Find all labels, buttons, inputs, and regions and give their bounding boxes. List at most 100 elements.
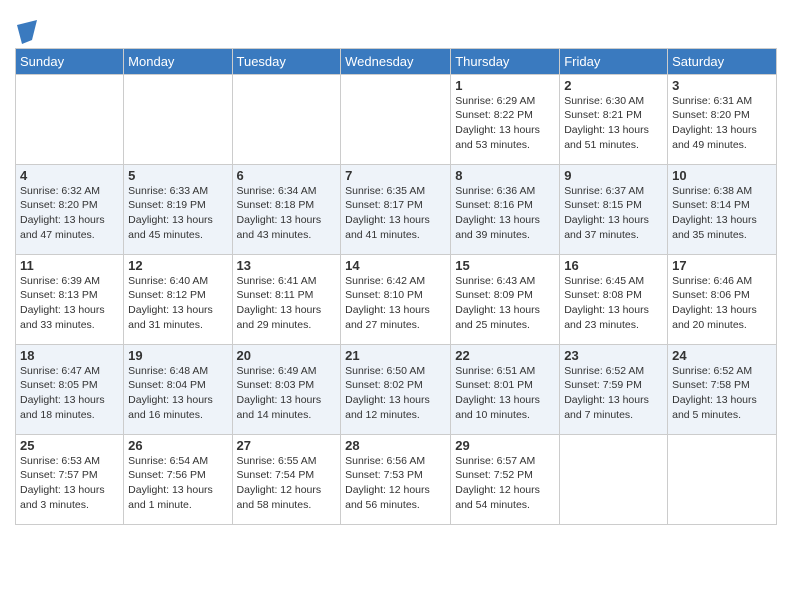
calendar-cell: 2Sunrise: 6:30 AM Sunset: 8:21 PM Daylig… bbox=[560, 74, 668, 164]
calendar-cell: 28Sunrise: 6:56 AM Sunset: 7:53 PM Dayli… bbox=[341, 434, 451, 524]
calendar-cell: 25Sunrise: 6:53 AM Sunset: 7:57 PM Dayli… bbox=[16, 434, 124, 524]
calendar-cell: 24Sunrise: 6:52 AM Sunset: 7:58 PM Dayli… bbox=[668, 344, 777, 434]
day-info: Sunrise: 6:43 AM Sunset: 8:09 PM Dayligh… bbox=[455, 274, 555, 333]
day-info: Sunrise: 6:40 AM Sunset: 8:12 PM Dayligh… bbox=[128, 274, 227, 333]
header-sunday: Sunday bbox=[16, 48, 124, 74]
day-number: 11 bbox=[20, 258, 119, 273]
logo-text bbox=[15, 16, 37, 44]
day-number: 5 bbox=[128, 168, 227, 183]
calendar-week-3: 11Sunrise: 6:39 AM Sunset: 8:13 PM Dayli… bbox=[16, 254, 777, 344]
day-number: 10 bbox=[672, 168, 772, 183]
calendar-cell: 27Sunrise: 6:55 AM Sunset: 7:54 PM Dayli… bbox=[232, 434, 341, 524]
calendar-cell: 12Sunrise: 6:40 AM Sunset: 8:12 PM Dayli… bbox=[124, 254, 232, 344]
calendar-cell bbox=[124, 74, 232, 164]
calendar-cell bbox=[341, 74, 451, 164]
day-number: 22 bbox=[455, 348, 555, 363]
calendar-cell: 1Sunrise: 6:29 AM Sunset: 8:22 PM Daylig… bbox=[451, 74, 560, 164]
day-info: Sunrise: 6:33 AM Sunset: 8:19 PM Dayligh… bbox=[128, 184, 227, 243]
calendar-cell: 18Sunrise: 6:47 AM Sunset: 8:05 PM Dayli… bbox=[16, 344, 124, 434]
calendar-cell bbox=[668, 434, 777, 524]
header-wednesday: Wednesday bbox=[341, 48, 451, 74]
day-info: Sunrise: 6:39 AM Sunset: 8:13 PM Dayligh… bbox=[20, 274, 119, 333]
header-thursday: Thursday bbox=[451, 48, 560, 74]
logo-bird-icon bbox=[17, 20, 37, 44]
day-number: 8 bbox=[455, 168, 555, 183]
calendar-cell: 3Sunrise: 6:31 AM Sunset: 8:20 PM Daylig… bbox=[668, 74, 777, 164]
calendar-cell: 6Sunrise: 6:34 AM Sunset: 8:18 PM Daylig… bbox=[232, 164, 341, 254]
day-number: 3 bbox=[672, 78, 772, 93]
day-number: 20 bbox=[237, 348, 337, 363]
day-info: Sunrise: 6:29 AM Sunset: 8:22 PM Dayligh… bbox=[455, 94, 555, 153]
calendar-cell: 11Sunrise: 6:39 AM Sunset: 8:13 PM Dayli… bbox=[16, 254, 124, 344]
day-number: 26 bbox=[128, 438, 227, 453]
day-info: Sunrise: 6:52 AM Sunset: 7:59 PM Dayligh… bbox=[564, 364, 663, 423]
day-number: 15 bbox=[455, 258, 555, 273]
header-friday: Friday bbox=[560, 48, 668, 74]
calendar-week-4: 18Sunrise: 6:47 AM Sunset: 8:05 PM Dayli… bbox=[16, 344, 777, 434]
day-info: Sunrise: 6:46 AM Sunset: 8:06 PM Dayligh… bbox=[672, 274, 772, 333]
day-info: Sunrise: 6:32 AM Sunset: 8:20 PM Dayligh… bbox=[20, 184, 119, 243]
calendar-cell: 8Sunrise: 6:36 AM Sunset: 8:16 PM Daylig… bbox=[451, 164, 560, 254]
calendar-cell bbox=[232, 74, 341, 164]
day-number: 18 bbox=[20, 348, 119, 363]
day-info: Sunrise: 6:36 AM Sunset: 8:16 PM Dayligh… bbox=[455, 184, 555, 243]
day-number: 6 bbox=[237, 168, 337, 183]
day-number: 25 bbox=[20, 438, 119, 453]
calendar-cell bbox=[16, 74, 124, 164]
day-number: 17 bbox=[672, 258, 772, 273]
day-info: Sunrise: 6:45 AM Sunset: 8:08 PM Dayligh… bbox=[564, 274, 663, 333]
calendar-week-5: 25Sunrise: 6:53 AM Sunset: 7:57 PM Dayli… bbox=[16, 434, 777, 524]
day-number: 27 bbox=[237, 438, 337, 453]
calendar-cell: 17Sunrise: 6:46 AM Sunset: 8:06 PM Dayli… bbox=[668, 254, 777, 344]
day-number: 19 bbox=[128, 348, 227, 363]
calendar-table: SundayMondayTuesdayWednesdayThursdayFrid… bbox=[15, 48, 777, 525]
day-info: Sunrise: 6:30 AM Sunset: 8:21 PM Dayligh… bbox=[564, 94, 663, 153]
calendar-cell: 22Sunrise: 6:51 AM Sunset: 8:01 PM Dayli… bbox=[451, 344, 560, 434]
day-info: Sunrise: 6:49 AM Sunset: 8:03 PM Dayligh… bbox=[237, 364, 337, 423]
day-number: 1 bbox=[455, 78, 555, 93]
calendar-cell: 29Sunrise: 6:57 AM Sunset: 7:52 PM Dayli… bbox=[451, 434, 560, 524]
day-number: 2 bbox=[564, 78, 663, 93]
calendar-cell: 21Sunrise: 6:50 AM Sunset: 8:02 PM Dayli… bbox=[341, 344, 451, 434]
day-info: Sunrise: 6:48 AM Sunset: 8:04 PM Dayligh… bbox=[128, 364, 227, 423]
day-info: Sunrise: 6:51 AM Sunset: 8:01 PM Dayligh… bbox=[455, 364, 555, 423]
day-number: 29 bbox=[455, 438, 555, 453]
calendar-cell: 16Sunrise: 6:45 AM Sunset: 8:08 PM Dayli… bbox=[560, 254, 668, 344]
day-info: Sunrise: 6:54 AM Sunset: 7:56 PM Dayligh… bbox=[128, 454, 227, 513]
calendar-cell: 19Sunrise: 6:48 AM Sunset: 8:04 PM Dayli… bbox=[124, 344, 232, 434]
calendar-cell: 14Sunrise: 6:42 AM Sunset: 8:10 PM Dayli… bbox=[341, 254, 451, 344]
calendar-cell: 23Sunrise: 6:52 AM Sunset: 7:59 PM Dayli… bbox=[560, 344, 668, 434]
day-info: Sunrise: 6:34 AM Sunset: 8:18 PM Dayligh… bbox=[237, 184, 337, 243]
calendar-cell: 26Sunrise: 6:54 AM Sunset: 7:56 PM Dayli… bbox=[124, 434, 232, 524]
calendar-cell: 7Sunrise: 6:35 AM Sunset: 8:17 PM Daylig… bbox=[341, 164, 451, 254]
day-info: Sunrise: 6:41 AM Sunset: 8:11 PM Dayligh… bbox=[237, 274, 337, 333]
calendar-week-1: 1Sunrise: 6:29 AM Sunset: 8:22 PM Daylig… bbox=[16, 74, 777, 164]
day-number: 16 bbox=[564, 258, 663, 273]
day-info: Sunrise: 6:53 AM Sunset: 7:57 PM Dayligh… bbox=[20, 454, 119, 513]
day-number: 13 bbox=[237, 258, 337, 273]
calendar-cell: 4Sunrise: 6:32 AM Sunset: 8:20 PM Daylig… bbox=[16, 164, 124, 254]
day-number: 23 bbox=[564, 348, 663, 363]
calendar-header-row: SundayMondayTuesdayWednesdayThursdayFrid… bbox=[16, 48, 777, 74]
calendar-cell: 10Sunrise: 6:38 AM Sunset: 8:14 PM Dayli… bbox=[668, 164, 777, 254]
day-info: Sunrise: 6:56 AM Sunset: 7:53 PM Dayligh… bbox=[345, 454, 446, 513]
header-monday: Monday bbox=[124, 48, 232, 74]
calendar-cell: 9Sunrise: 6:37 AM Sunset: 8:15 PM Daylig… bbox=[560, 164, 668, 254]
day-info: Sunrise: 6:50 AM Sunset: 8:02 PM Dayligh… bbox=[345, 364, 446, 423]
day-info: Sunrise: 6:57 AM Sunset: 7:52 PM Dayligh… bbox=[455, 454, 555, 513]
calendar-cell: 5Sunrise: 6:33 AM Sunset: 8:19 PM Daylig… bbox=[124, 164, 232, 254]
day-info: Sunrise: 6:35 AM Sunset: 8:17 PM Dayligh… bbox=[345, 184, 446, 243]
day-info: Sunrise: 6:31 AM Sunset: 8:20 PM Dayligh… bbox=[672, 94, 772, 153]
calendar-week-2: 4Sunrise: 6:32 AM Sunset: 8:20 PM Daylig… bbox=[16, 164, 777, 254]
calendar-cell bbox=[560, 434, 668, 524]
calendar-cell: 13Sunrise: 6:41 AM Sunset: 8:11 PM Dayli… bbox=[232, 254, 341, 344]
page-header bbox=[15, 10, 777, 44]
header-tuesday: Tuesday bbox=[232, 48, 341, 74]
day-info: Sunrise: 6:37 AM Sunset: 8:15 PM Dayligh… bbox=[564, 184, 663, 243]
day-number: 14 bbox=[345, 258, 446, 273]
day-number: 4 bbox=[20, 168, 119, 183]
calendar-cell: 20Sunrise: 6:49 AM Sunset: 8:03 PM Dayli… bbox=[232, 344, 341, 434]
day-number: 21 bbox=[345, 348, 446, 363]
day-number: 24 bbox=[672, 348, 772, 363]
calendar-cell: 15Sunrise: 6:43 AM Sunset: 8:09 PM Dayli… bbox=[451, 254, 560, 344]
